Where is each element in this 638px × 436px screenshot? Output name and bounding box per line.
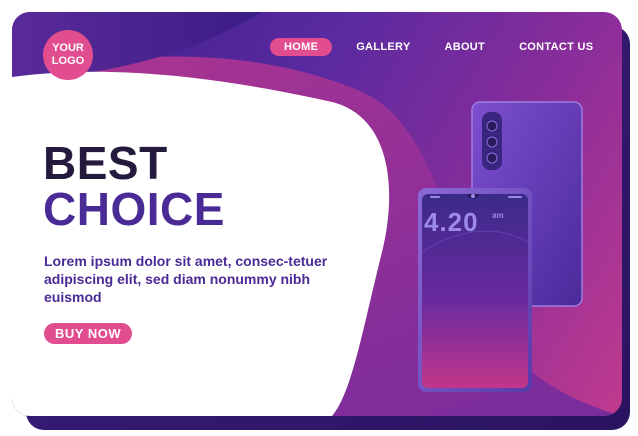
- nav-home[interactable]: HOME: [270, 38, 333, 56]
- nav-contact-us[interactable]: CONTACT US: [507, 38, 605, 56]
- phone-clock-ampm: am: [492, 211, 504, 220]
- phone-clock-time: 4.20: [424, 207, 479, 237]
- nav-gallery[interactable]: GALLERY: [344, 38, 422, 56]
- logo[interactable]: YOUR LOGO: [43, 30, 93, 80]
- buy-now-button[interactable]: BUY NOW: [44, 323, 133, 344]
- hero-body-text: Lorem ipsum dolor sit amet, consec-tetue…: [44, 253, 328, 305]
- nav-about[interactable]: ABOUT: [432, 38, 497, 56]
- main-nav: HOME GALLERY ABOUT CONTACT US: [270, 38, 615, 56]
- headline-line-1: BEST: [43, 137, 168, 189]
- headline-line-2: CHOICE: [43, 183, 225, 235]
